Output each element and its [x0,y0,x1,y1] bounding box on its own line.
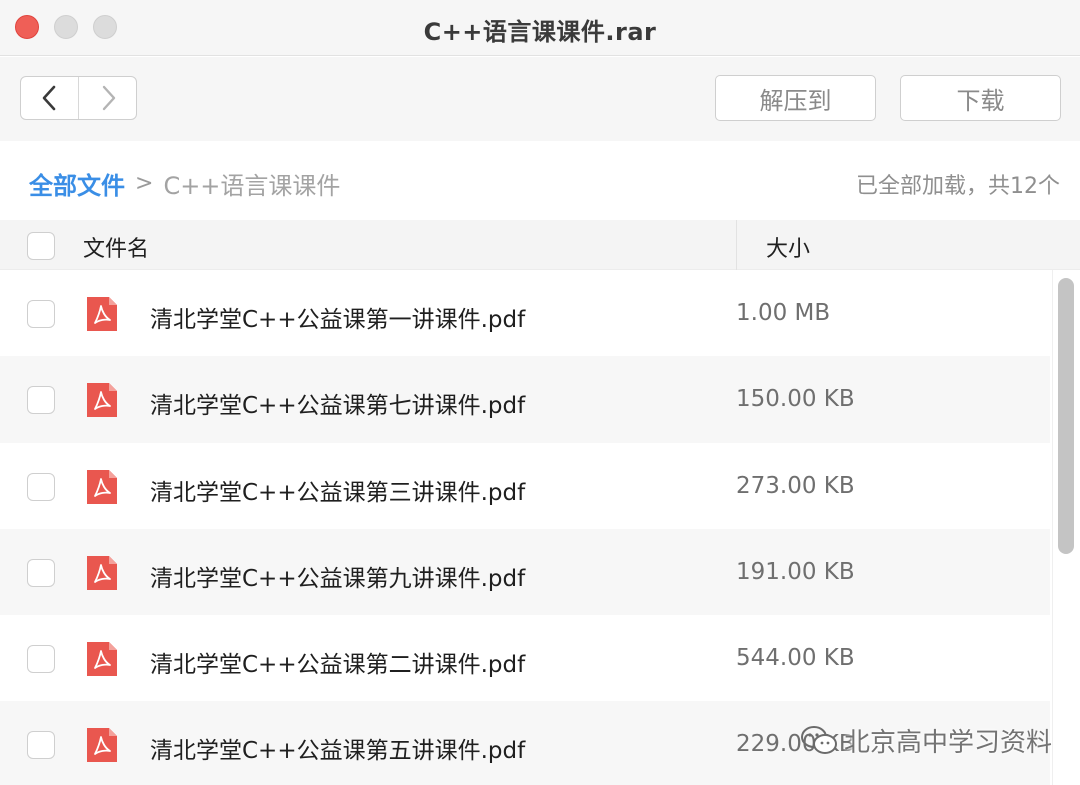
file-size: 273.00 KB [736,472,855,499]
back-button[interactable] [21,77,79,119]
breadcrumb-current: C++语言课课件 [163,172,341,200]
window-title: C++语言课课件.rar [423,18,657,46]
file-size: 1.00 MB [736,300,831,326]
pdf-icon [87,469,117,504]
file-name[interactable]: 清北学堂C++公益课第三讲课件.pdf [150,473,525,507]
pdf-icon [87,297,117,331]
watermark-text: 北京高中学习资料 [844,727,1053,758]
row-checkbox[interactable] [27,731,55,760]
file-name[interactable]: 清北学堂C++公益课第七讲课件.pdf [150,386,525,420]
file-size: 191.00 KB [736,558,855,585]
file-list: 清北学堂C++公益课第一讲课件.pdf 1.00 MB 清北学堂C++公益课第七… [0,270,1050,785]
column-header-name[interactable]: 文件名 [83,231,149,263]
wechat-icon [801,726,837,754]
file-name[interactable]: 清北学堂C++公益课第九讲课件.pdf [150,559,525,593]
file-name[interactable]: 清北学堂C++公益课第二讲课件.pdf [150,645,525,679]
row-checkbox[interactable] [27,300,55,328]
toolbar: 解压到 下载 [0,57,1080,141]
table-row[interactable]: 清北学堂C++公益课第三讲课件.pdf 273.00 KB [0,443,1050,529]
row-checkbox[interactable] [27,386,55,415]
row-checkbox[interactable] [27,558,55,587]
pdf-icon [87,555,117,590]
navigation-group [20,76,137,120]
pdf-icon [87,383,117,418]
select-all-checkbox[interactable] [27,232,55,260]
breadcrumb-root-link[interactable]: 全部文件 [29,166,125,201]
file-size: 544.00 KB [736,645,855,672]
row-checkbox[interactable] [27,472,55,501]
column-divider[interactable] [736,220,737,270]
pdf-icon [87,728,117,763]
path-bar: 全部文件 > C++语言课课件 已全部加载，共12个 [0,142,1080,220]
watermark: 北京高中学习资料 [800,720,1052,760]
download-button[interactable]: 下载 [900,75,1061,121]
file-size: 150.00 KB [736,386,855,413]
table-row[interactable]: 清北学堂C++公益课第二讲课件.pdf 544.00 KB [0,615,1050,701]
file-name[interactable]: 清北学堂C++公益课第一讲课件.pdf [150,300,525,334]
row-checkbox[interactable] [27,645,55,674]
file-name[interactable]: 清北学堂C++公益课第五讲课件.pdf [150,731,525,765]
column-header-size[interactable]: 大小 [766,231,810,263]
chevron-right-icon [102,85,115,111]
extract-to-button[interactable]: 解压到 [715,75,876,121]
forward-button[interactable] [79,77,136,119]
load-status: 已全部加载，共12个 [856,174,1060,199]
title-bar: C++语言课课件.rar [0,0,1080,56]
breadcrumb-separator: > [135,171,154,196]
table-row[interactable]: 清北学堂C++公益课第七讲课件.pdf 150.00 KB [0,356,1050,443]
table-row[interactable]: 清北学堂C++公益课第九讲课件.pdf 191.00 KB [0,528,1050,616]
pdf-icon [87,642,117,677]
chevron-left-icon [42,85,55,111]
scrollbar-thumb[interactable] [1058,278,1074,554]
table-header: 文件名 大小 [0,220,1080,270]
table-row[interactable]: 清北学堂C++公益课第一讲课件.pdf 1.00 MB [0,270,1050,356]
breadcrumb: 全部文件 > C++语言课课件 [29,166,340,201]
